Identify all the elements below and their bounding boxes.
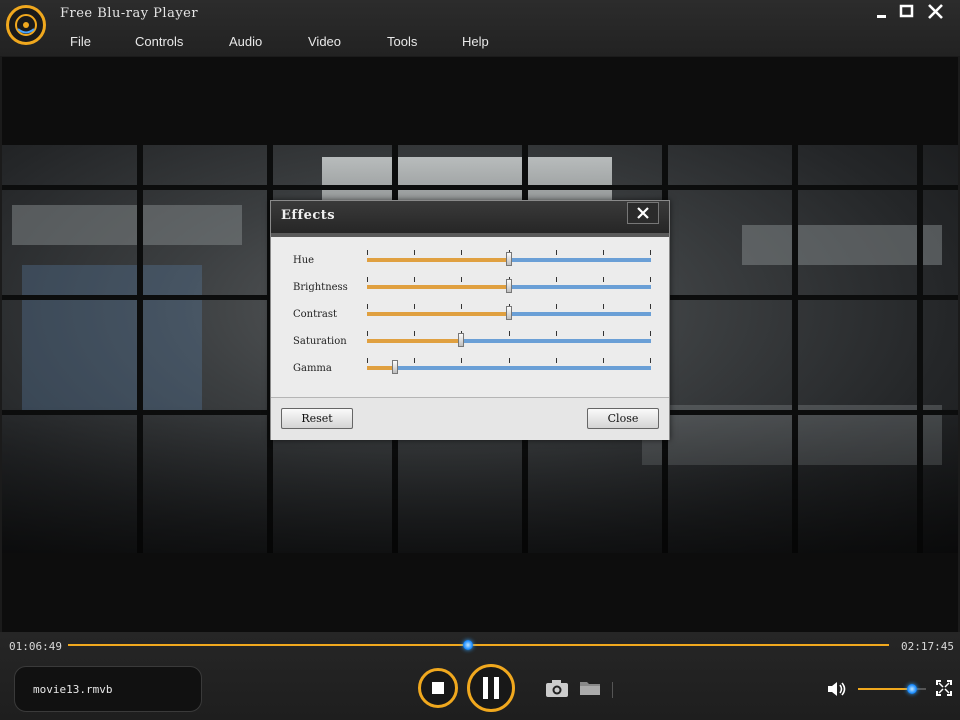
slider-tick (603, 358, 604, 363)
contrast-slider[interactable] (367, 306, 651, 320)
snapshot-button[interactable] (545, 678, 569, 702)
filename-display: movie13.rmvb (14, 666, 202, 712)
slider-tick (461, 250, 462, 255)
close-window-button[interactable] (925, 3, 947, 23)
toolbar-separator (612, 682, 613, 698)
filename-text: movie13.rmvb (33, 683, 113, 696)
slider-tick (414, 304, 415, 309)
saturation-ticks (367, 331, 651, 336)
brightness-slider[interactable] (367, 279, 651, 293)
slider-tick (461, 304, 462, 309)
menu-help[interactable]: Help (462, 34, 489, 49)
menu-tools[interactable]: Tools (387, 34, 417, 49)
slider-tick (461, 277, 462, 282)
hue-slider[interactable] (367, 252, 651, 266)
slider-tick (650, 358, 651, 363)
slider-tick (367, 331, 368, 336)
slider-tick (556, 250, 557, 255)
minimize-icon (877, 15, 886, 18)
contrast-label: Contrast (293, 309, 338, 320)
slider-tick (367, 304, 368, 309)
camera-icon (546, 680, 568, 697)
dialog-body: Hue Brightness Contrast Saturation Gamma (271, 233, 669, 397)
minimize-button[interactable] (870, 3, 892, 23)
dialog-footer: Reset Close (271, 397, 669, 440)
hue-slider-thumb[interactable] (506, 252, 512, 266)
saturation-label: Saturation (293, 336, 347, 347)
fullscreen-button[interactable] (936, 680, 952, 700)
volume-button[interactable] (826, 680, 848, 702)
slider-tick (556, 358, 557, 363)
brightness-slider-thumb[interactable] (506, 279, 512, 293)
slider-tick (556, 331, 557, 336)
maximize-icon (899, 4, 914, 18)
slider-tick (414, 358, 415, 363)
progress-bar[interactable] (68, 640, 889, 650)
slider-tick (603, 304, 604, 309)
slider-tick (650, 250, 651, 255)
slider-tick (556, 304, 557, 309)
pause-icon (483, 677, 499, 699)
slider-tick (367, 250, 368, 255)
open-folder-button[interactable] (579, 679, 601, 701)
slider-tick (414, 250, 415, 255)
contrast-slider-thumb[interactable] (506, 306, 512, 320)
slider-tick (650, 304, 651, 309)
hue-label: Hue (293, 255, 315, 266)
menu-file[interactable]: File (70, 34, 91, 49)
reset-button[interactable]: Reset (281, 408, 353, 429)
disc-logo-icon (6, 5, 46, 45)
saturation-slider[interactable] (367, 333, 651, 347)
close-button[interactable]: Close (587, 408, 659, 429)
slider-tick (603, 277, 604, 282)
menu-controls[interactable]: Controls (135, 34, 183, 49)
dialog-title: Effects (281, 208, 336, 223)
app-title: Free Blu-ray Player (60, 6, 199, 21)
close-icon (637, 207, 649, 219)
dialog-header: Effects (271, 201, 669, 233)
slider-tick (414, 277, 415, 282)
slider-tick (461, 358, 462, 363)
slider-tick (367, 358, 368, 363)
maximize-button[interactable] (896, 3, 918, 23)
pause-button[interactable] (467, 664, 515, 712)
fullscreen-icon (936, 680, 952, 696)
close-icon (928, 4, 943, 19)
control-bar: 01:06:49 02:17:45 movie13.rmvb (0, 632, 960, 720)
slider-tick (414, 331, 415, 336)
slider-tick (650, 331, 651, 336)
slider-tick (509, 331, 510, 336)
menu-video[interactable]: Video (308, 34, 341, 49)
dialog-close-button[interactable] (627, 202, 659, 224)
saturation-slider-thumb[interactable] (457, 333, 464, 347)
gamma-ticks (367, 358, 651, 363)
menu-audio[interactable]: Audio (229, 34, 262, 49)
stop-button[interactable] (418, 668, 458, 708)
current-time: 01:06:49 (9, 640, 62, 653)
volume-slider[interactable] (858, 684, 926, 694)
gamma-slider[interactable] (367, 360, 651, 374)
slider-tick (367, 277, 368, 282)
progress-thumb[interactable] (462, 640, 473, 650)
slider-tick (509, 358, 510, 363)
slider-tick (603, 331, 604, 336)
total-time: 02:17:45 (901, 640, 954, 653)
folder-icon (580, 682, 600, 695)
slider-tick (556, 277, 557, 282)
gamma-slider-thumb[interactable] (392, 360, 399, 374)
effects-dialog: Effects Hue Brightness Contrast Saturati… (270, 200, 670, 440)
stop-icon (432, 682, 444, 694)
title-bar: Free Blu-ray Player File Controls Audio … (0, 0, 960, 56)
gamma-label: Gamma (293, 363, 332, 374)
volume-thumb[interactable] (907, 684, 918, 694)
slider-tick (603, 250, 604, 255)
slider-tick (650, 277, 651, 282)
brightness-label: Brightness (293, 282, 348, 293)
speaker-icon (828, 682, 846, 696)
